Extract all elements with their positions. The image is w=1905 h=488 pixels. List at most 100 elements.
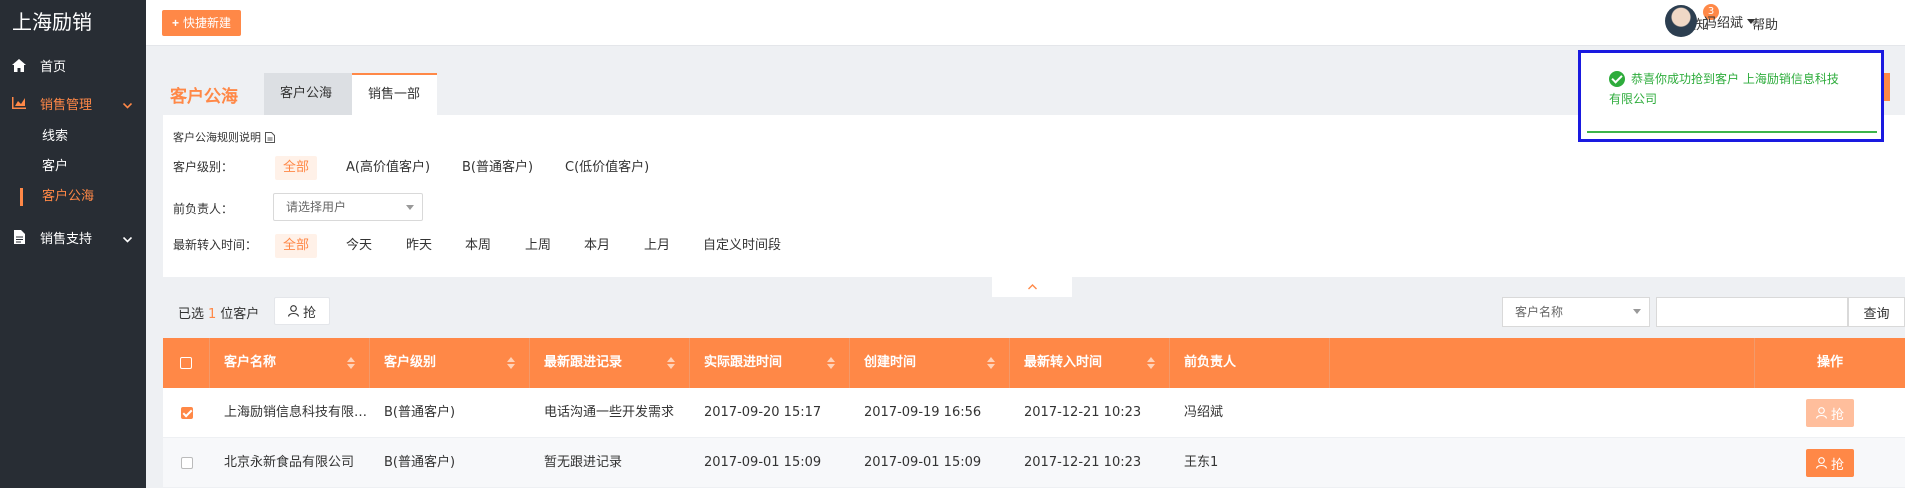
column-header[interactable]: 创建时间 [850, 338, 1010, 388]
transferred-time-cell: 2017-12-21 10:23 [1024, 405, 1142, 420]
owner-label: 前负责人： [173, 202, 234, 216]
created-time-cell: 2017-09-19 16:56 [864, 405, 982, 420]
sidebar-item-home[interactable]: 首页 [0, 46, 146, 84]
sort-icon [987, 357, 995, 369]
grab-button[interactable]: 抢 [1805, 449, 1854, 477]
top-bar: + 快捷新建 [146, 0, 1905, 46]
column-header: 操作 [1755, 338, 1905, 388]
transferred-time-cell: 2017-12-21 10:23 [1024, 455, 1142, 470]
level-label: 客户级别： [173, 160, 234, 174]
document-icon [265, 131, 275, 143]
batch-grab-button[interactable]: 抢 [274, 297, 330, 325]
user-menu[interactable]: 冯绍斌 [1704, 12, 1756, 31]
row-select-cell [163, 388, 210, 438]
sort-icon [827, 357, 835, 369]
owner-select[interactable]: 请选择用户 [273, 193, 423, 221]
selection-count: 1 [208, 307, 217, 322]
tab-customer-pool[interactable]: 客户公海 [264, 73, 352, 115]
sidebar-item-customers[interactable]: 客户 [0, 152, 146, 182]
sidebar-item-sales-support[interactable]: 销售支持 [0, 218, 146, 256]
rule-label: 客户公海规则说明 [173, 131, 261, 144]
column-header-label: 前负责人 [1184, 355, 1237, 370]
previous-owner-cell: 王东1 [1184, 455, 1219, 470]
level-option-c[interactable]: C(低价值客户) [557, 156, 657, 180]
column-header[interactable]: 最新转入时间 [1010, 338, 1170, 388]
search-type-select[interactable]: 客户名称 [1502, 297, 1650, 327]
latest-record-cell: 暂无跟进记录 [544, 455, 623, 470]
batch-grab-label: 抢 [302, 305, 316, 321]
time-option-last-week[interactable]: 上周 [517, 234, 559, 258]
row-checkbox[interactable] [180, 407, 193, 419]
column-header[interactable]: 实际跟进时间 [690, 338, 850, 388]
avatar[interactable] [1665, 5, 1697, 37]
time-option-yesterday[interactable]: 昨天 [398, 234, 440, 258]
user-icon [1816, 407, 1827, 419]
column-header[interactable]: 客户级别 [370, 338, 530, 388]
sort-icon [667, 357, 675, 369]
chevron-down-icon [122, 98, 133, 113]
latest-record-cell: 电话沟通一些开发需求 [544, 405, 675, 420]
sidebar: 上海励销 首页 销售管理 线索 客户 客户公海 销售支持 [0, 0, 146, 488]
sidebar-item-label: 首页 [40, 59, 67, 75]
sidebar-item-leads[interactable]: 线索 [0, 122, 146, 152]
time-option-custom[interactable]: 自定义时间段 [695, 234, 789, 258]
level-option-all[interactable]: 全部 [275, 156, 318, 180]
row-checkbox[interactable] [180, 457, 193, 469]
quick-new-button[interactable]: + 快捷新建 [162, 10, 242, 36]
caret-down-icon [1747, 19, 1756, 24]
sidebar-item-label: 销售支持 [40, 231, 93, 247]
grab-label: 抢 [1830, 407, 1844, 423]
customer-name-cell[interactable]: 上海励销信息科技有限公司 [210, 388, 370, 438]
column-header-label: 最新转入时间 [1024, 355, 1103, 370]
table-row[interactable]: 上海励销信息科技有限公司 B(普通客户) 电话沟通一些开发需求 2017-09-… [163, 388, 1905, 438]
user-icon [288, 305, 299, 317]
selection-info: 已选 1 位客户 [178, 303, 259, 322]
sort-icon [347, 357, 355, 369]
sort-icon [1147, 357, 1155, 369]
row-spacer [1330, 388, 1755, 438]
selection-prefix: 已选 [178, 307, 205, 322]
select-all-checkbox[interactable] [180, 357, 192, 369]
table-row[interactable]: 北京永新食品有限公司 B(普通客户) 暂无跟进记录 2017-09-01 15:… [163, 438, 1905, 488]
column-header-label: 客户级别 [384, 355, 437, 370]
level-option-b[interactable]: B(普通客户) [454, 156, 541, 180]
sidebar-item-customer-pool[interactable]: 客户公海 [0, 182, 146, 212]
toast-body: 恭喜你成功抢到客户 上海励销信息科技有限公司 [1587, 55, 1877, 133]
home-icon [12, 58, 26, 72]
search-type-value: 客户名称 [1515, 305, 1564, 319]
customer-name-cell[interactable]: 北京永新食品有限公司 [210, 438, 370, 488]
row-action-cell: 抢 [1755, 388, 1905, 438]
toast-message: 恭喜你成功抢到客户 上海励销信息科技有限公司 [1609, 72, 1839, 106]
time-option-today[interactable]: 今天 [338, 234, 380, 258]
column-header[interactable]: 最新跟进记录 [530, 338, 690, 388]
time-option-this-month[interactable]: 本月 [576, 234, 618, 258]
level-option-a[interactable]: A(高价值客户) [338, 156, 438, 180]
chevron-down-icon [122, 232, 133, 247]
tab-sales-dept-1[interactable]: 销售一部 [352, 73, 437, 115]
column-header: 前负责人 [1170, 338, 1330, 388]
followed-time-cell: 2017-09-20 15:17 [704, 405, 822, 420]
collapse-filter-toggle[interactable] [992, 277, 1072, 297]
column-header-label: 创建时间 [864, 355, 917, 370]
customer-table: 客户名称 客户级别 最新跟进记录 实际跟进时间 创建时间 最新转入时间 前负责人… [163, 338, 1905, 488]
column-header[interactable]: 客户名称 [210, 338, 370, 388]
row-spacer [1330, 438, 1755, 488]
followed-time-cell: 2017-09-01 15:09 [704, 455, 822, 470]
search-input[interactable] [1656, 297, 1848, 327]
quick-new-label: 快捷新建 [183, 16, 232, 30]
column-header-label: 实际跟进时间 [704, 355, 783, 370]
table-header: 客户名称 客户级别 最新跟进记录 实际跟进时间 创建时间 最新转入时间 前负责人… [163, 338, 1905, 388]
time-option-all[interactable]: 全部 [275, 234, 318, 258]
grab-button[interactable]: 抢 [1805, 399, 1854, 427]
rule-link[interactable]: 客户公海规则说明 [173, 129, 275, 145]
column-header-label: 客户名称 [224, 355, 277, 370]
caret-down-icon [1633, 309, 1641, 314]
search-button[interactable]: 查询 [1848, 297, 1905, 327]
help-link[interactable]: 帮助 [1752, 14, 1778, 33]
column-header-label: 最新跟进记录 [544, 355, 623, 370]
time-option-this-week[interactable]: 本周 [457, 234, 499, 258]
sidebar-item-sales-management[interactable]: 销售管理 [0, 84, 146, 122]
time-option-last-month[interactable]: 上月 [636, 234, 678, 258]
document-icon [12, 230, 26, 244]
chart-icon [12, 96, 26, 110]
